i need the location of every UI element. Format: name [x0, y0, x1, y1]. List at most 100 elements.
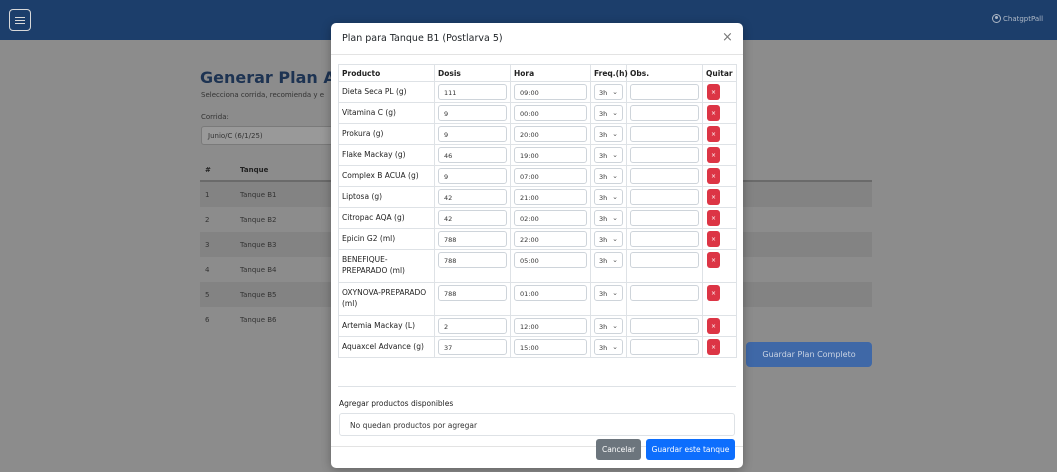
observation-input[interactable] — [630, 339, 699, 355]
frequency-value: 3h — [599, 131, 608, 139]
time-input[interactable]: 07:00 — [514, 168, 587, 184]
chevron-down-icon: ⌄ — [612, 343, 618, 351]
save-full-plan-button[interactable]: Guardar Plan Completo — [746, 342, 872, 367]
frequency-select[interactable]: 3h ⌄ — [594, 84, 623, 100]
dose-input[interactable]: 788 — [438, 285, 507, 301]
product-row: Aquaxcel Advance (g) 37 15:00 3h ⌄ × — [338, 336, 737, 358]
chevron-down-icon: ⌄ — [612, 193, 618, 201]
time-input[interactable]: 05:00 — [514, 252, 587, 268]
time-input[interactable]: 20:00 — [514, 126, 587, 142]
time-input[interactable]: 02:00 — [514, 210, 587, 226]
dose-input[interactable]: 9 — [438, 126, 507, 142]
user-menu[interactable]: ChatgptPall — [992, 14, 1043, 23]
modal-title: Plan para Tanque B1 (Postlarva 5) — [342, 33, 503, 44]
time-input[interactable]: 00:00 — [514, 105, 587, 121]
time-input[interactable]: 19:00 — [514, 147, 587, 163]
observation-input[interactable] — [630, 126, 699, 142]
product-name: Artemia Mackay (L) — [338, 315, 435, 337]
frequency-select[interactable]: 3h ⌄ — [594, 147, 623, 163]
frequency-select[interactable]: 3h ⌄ — [594, 285, 623, 301]
observation-input[interactable] — [630, 147, 699, 163]
corrida-select[interactable]: Junio/C (6/1/25) — [201, 126, 341, 145]
save-tank-button[interactable]: Guardar este tanque — [646, 439, 735, 460]
close-icon[interactable]: × — [722, 31, 733, 44]
products-table: Producto Dosis Hora Freq.(h) Obs. Quitar… — [338, 64, 737, 358]
product-row: Prokura (g) 9 20:00 3h ⌄ × — [338, 123, 737, 145]
product-row: Artemia Mackay (L) 2 12:00 3h ⌄ × — [338, 315, 737, 337]
remove-product-button[interactable]: × — [707, 339, 720, 355]
time-input[interactable]: 12:00 — [514, 318, 587, 334]
dose-input[interactable]: 2 — [438, 318, 507, 334]
observation-input[interactable] — [630, 189, 699, 205]
observation-input[interactable] — [630, 210, 699, 226]
observation-input[interactable] — [630, 285, 699, 301]
remove-product-button[interactable]: × — [707, 189, 720, 205]
frequency-value: 3h — [599, 194, 608, 202]
frequency-value: 3h — [599, 323, 608, 331]
observation-input[interactable] — [630, 318, 699, 334]
remove-product-button[interactable]: × — [707, 84, 720, 100]
remove-product-button[interactable]: × — [707, 105, 720, 121]
remove-product-button[interactable]: × — [707, 231, 720, 247]
frequency-select[interactable]: 3h ⌄ — [594, 252, 623, 268]
product-name: OXYNOVA-PREPARADO (ml) — [338, 282, 435, 316]
dose-input[interactable]: 42 — [438, 210, 507, 226]
chevron-down-icon: ⌄ — [612, 289, 618, 297]
frequency-select[interactable]: 3h ⌄ — [594, 105, 623, 121]
frequency-select[interactable]: 3h ⌄ — [594, 126, 623, 142]
tank-plan-modal: Plan para Tanque B1 (Postlarva 5) × Prod… — [331, 23, 743, 468]
frequency-select[interactable]: 3h ⌄ — [594, 339, 623, 355]
chevron-down-icon: ⌄ — [612, 109, 618, 117]
observation-input[interactable] — [630, 84, 699, 100]
observation-input[interactable] — [630, 168, 699, 184]
product-name: Complex B ACUA (g) — [338, 165, 435, 187]
remove-product-button[interactable]: × — [707, 318, 720, 334]
dose-input[interactable]: 788 — [438, 252, 507, 268]
product-name: Liptosa (g) — [338, 186, 435, 208]
chevron-down-icon: ⌄ — [612, 151, 618, 159]
product-row: Complex B ACUA (g) 9 07:00 3h ⌄ × — [338, 165, 737, 187]
frequency-select[interactable]: 3h ⌄ — [594, 189, 623, 205]
dose-input[interactable]: 42 — [438, 189, 507, 205]
product-row: Citropac AQA (g) 42 02:00 3h ⌄ × — [338, 207, 737, 229]
observation-input[interactable] — [630, 231, 699, 247]
remove-product-button[interactable]: × — [707, 126, 720, 142]
product-name: Aquaxcel Advance (g) — [338, 336, 435, 358]
remove-product-button[interactable]: × — [707, 285, 720, 301]
frequency-value: 3h — [599, 152, 608, 160]
frequency-value: 3h — [599, 110, 608, 118]
dose-input[interactable]: 46 — [438, 147, 507, 163]
remove-product-button[interactable]: × — [707, 168, 720, 184]
dose-input[interactable]: 9 — [438, 105, 507, 121]
header-obs: Obs. — [626, 64, 703, 82]
chevron-down-icon: ⌄ — [612, 172, 618, 180]
chevron-down-icon: ⌄ — [612, 214, 618, 222]
corrida-label: Corrida: — [201, 113, 229, 121]
time-input[interactable]: 22:00 — [514, 231, 587, 247]
frequency-select[interactable]: 3h ⌄ — [594, 168, 623, 184]
time-input[interactable]: 01:00 — [514, 285, 587, 301]
time-input[interactable]: 21:00 — [514, 189, 587, 205]
remove-product-button[interactable]: × — [707, 210, 720, 226]
time-input[interactable]: 15:00 — [514, 339, 587, 355]
frequency-value: 3h — [599, 257, 608, 265]
product-name: BENEFIQUE-PREPARADO (ml) — [338, 249, 435, 283]
frequency-select[interactable]: 3h ⌄ — [594, 318, 623, 334]
frequency-value: 3h — [599, 215, 608, 223]
observation-input[interactable] — [630, 252, 699, 268]
remove-product-button[interactable]: × — [707, 147, 720, 163]
time-input[interactable]: 09:00 — [514, 84, 587, 100]
dose-input[interactable]: 788 — [438, 231, 507, 247]
frequency-select[interactable]: 3h ⌄ — [594, 210, 623, 226]
observation-input[interactable] — [630, 105, 699, 121]
menu-button[interactable] — [9, 9, 31, 31]
product-name: Prokura (g) — [338, 123, 435, 145]
frequency-select[interactable]: 3h ⌄ — [594, 231, 623, 247]
chevron-down-icon: ⌄ — [612, 130, 618, 138]
dose-input[interactable]: 9 — [438, 168, 507, 184]
remove-product-button[interactable]: × — [707, 252, 720, 268]
dose-input[interactable]: 37 — [438, 339, 507, 355]
product-row: Vitamina C (g) 9 00:00 3h ⌄ × — [338, 102, 737, 124]
cancel-button[interactable]: Cancelar — [596, 439, 641, 460]
dose-input[interactable]: 111 — [438, 84, 507, 100]
